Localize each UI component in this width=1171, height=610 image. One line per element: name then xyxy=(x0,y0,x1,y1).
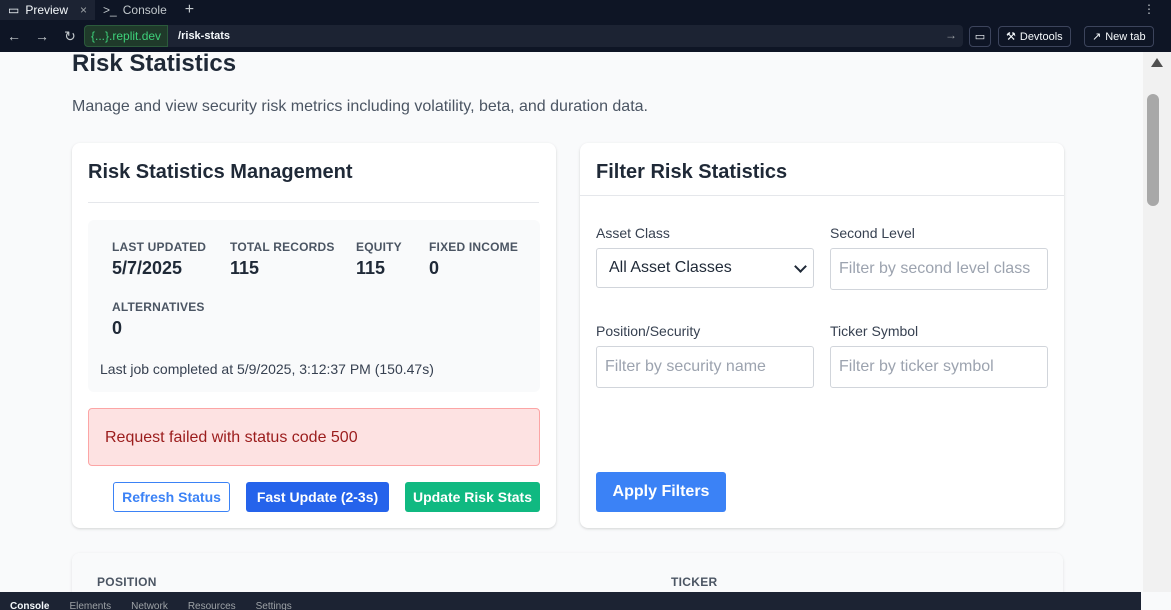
position-label: Position/Security xyxy=(596,323,701,339)
refresh-status-button[interactable]: Refresh Status xyxy=(113,482,230,512)
reload-icon[interactable]: ↻ xyxy=(56,28,84,45)
wrench-icon: ⚒ xyxy=(1006,31,1016,43)
stat-value: 0 xyxy=(429,258,440,278)
stat-last-updated: LAST UPDATED 5/7/2025 xyxy=(112,240,206,279)
devtools-tab-settings[interactable]: Settings xyxy=(246,598,302,610)
external-link-icon: ↗ xyxy=(1092,31,1102,43)
apply-filters-button[interactable]: Apply Filters xyxy=(596,472,726,512)
new-tab-label: New tab xyxy=(1105,30,1146,43)
corner-filler xyxy=(1141,592,1171,610)
devtools-label: Devtools xyxy=(1019,30,1063,43)
page-title: Risk Statistics xyxy=(72,52,237,77)
stat-fixed-income: FIXED INCOME 0 xyxy=(429,240,518,279)
close-icon[interactable]: × xyxy=(80,3,87,17)
add-tab-button[interactable]: + xyxy=(175,1,204,19)
last-job-status: Last job completed at 5/9/2025, 3:12:37 … xyxy=(100,361,434,377)
stat-value: 5/7/2025 xyxy=(112,258,183,278)
screen-button[interactable]: ▭ xyxy=(969,26,991,47)
go-arrow-icon[interactable]: → xyxy=(945,28,957,42)
ticker-input[interactable]: Filter by ticker symbol xyxy=(830,346,1048,388)
column-header-ticker[interactable]: TICKER xyxy=(671,575,717,589)
stat-total-records: TOTAL RECORDS 115 xyxy=(230,240,335,279)
screen-icon: ▭ xyxy=(974,31,986,43)
second-level-label: Second Level xyxy=(830,225,915,241)
devtools-tab-elements[interactable]: Elements xyxy=(59,598,121,610)
stat-label: LAST UPDATED xyxy=(112,240,207,254)
scroll-up-arrow-icon[interactable] xyxy=(1151,58,1163,67)
url-path: /risk-stats xyxy=(178,30,231,42)
page-viewport: Risk Statistics Manage and view security… xyxy=(0,52,1143,592)
scroll-thumb[interactable] xyxy=(1147,94,1159,206)
column-header-position[interactable]: POSITION xyxy=(97,575,157,589)
management-title: Risk Statistics Management xyxy=(88,161,353,183)
page-scrollbar[interactable] xyxy=(1143,52,1171,592)
stat-value: 115 xyxy=(230,258,260,278)
stat-alternatives: ALTERNATIVES 0 xyxy=(112,300,205,339)
chevron-down-icon xyxy=(794,260,807,273)
ticker-label: Ticker Symbol xyxy=(830,323,919,339)
devtools-button[interactable]: ⚒ Devtools xyxy=(998,26,1071,47)
terminal-icon: >_ xyxy=(103,3,117,17)
error-alert: Request failed with status code 500 xyxy=(88,408,540,466)
devtools-tab-resources[interactable]: Resources xyxy=(178,598,246,610)
update-risk-stats-button[interactable]: Update Risk Stats xyxy=(405,482,540,512)
url-bar: ← → ↻ {...}.replit.dev /risk-stats → ▭ ⚒… xyxy=(0,20,1171,52)
table-header: POSITION TICKER xyxy=(72,553,1063,592)
stat-label: FIXED INCOME xyxy=(429,240,519,254)
filter-card: Filter Risk Statistics Asset Class All A… xyxy=(580,143,1064,528)
tab-preview[interactable]: ▭ Preview × xyxy=(0,0,96,20)
stats-panel: LAST UPDATED 5/7/2025 TOTAL RECORDS 115 … xyxy=(88,220,540,392)
url-domain: {...}.replit.dev xyxy=(84,25,169,47)
monitor-icon: ▭ xyxy=(8,3,20,17)
ticker-placeholder: Filter by ticker symbol xyxy=(839,358,994,375)
stat-label: TOTAL RECORDS xyxy=(230,240,335,254)
asset-class-label: Asset Class xyxy=(596,225,670,241)
forward-arrow-icon[interactable]: → xyxy=(28,28,56,44)
divider xyxy=(88,202,539,203)
divider xyxy=(580,195,1064,196)
stat-label: ALTERNATIVES xyxy=(112,300,205,314)
position-placeholder: Filter by security name xyxy=(605,358,766,375)
more-options-icon[interactable]: ⋮ xyxy=(1143,2,1155,16)
stat-equity: EQUITY 115 xyxy=(356,240,402,279)
tab-console-label: Console xyxy=(122,3,167,17)
asset-class-select[interactable]: All Asset Classes xyxy=(596,248,814,288)
asset-class-value: All Asset Classes xyxy=(609,259,732,276)
tab-preview-label: Preview xyxy=(25,3,69,17)
second-level-input[interactable]: Filter by second level class xyxy=(830,248,1048,290)
back-arrow-icon[interactable]: ← xyxy=(0,28,28,44)
page-description: Manage and view security risk metrics in… xyxy=(72,98,648,115)
tab-console[interactable]: >_ Console xyxy=(95,0,175,20)
filter-title: Filter Risk Statistics xyxy=(596,161,788,183)
stat-value: 115 xyxy=(356,258,386,278)
second-level-placeholder: Filter by second level class xyxy=(839,260,1031,277)
browser-tab-bar: ▭ Preview × >_ Console + ⋮ xyxy=(0,0,1171,20)
error-message: Request failed with status code 500 xyxy=(105,429,358,446)
stat-value: 0 xyxy=(112,318,123,338)
devtools-tab-console[interactable]: Console xyxy=(0,598,59,610)
new-tab-button[interactable]: ↗ New tab xyxy=(1084,26,1154,47)
management-card: Risk Statistics Management LAST UPDATED … xyxy=(72,143,556,528)
stat-label: EQUITY xyxy=(356,240,402,254)
devtools-tab-network[interactable]: Network xyxy=(121,598,178,610)
url-input[interactable]: {...}.replit.dev /risk-stats → xyxy=(84,25,963,47)
risk-stats-table: POSITION TICKER xyxy=(72,553,1063,592)
devtools-tab-bar: Console Elements Network Resources Setti… xyxy=(0,592,1141,610)
position-input[interactable]: Filter by security name xyxy=(596,346,814,388)
fast-update-button[interactable]: Fast Update (2-3s) xyxy=(246,482,389,512)
